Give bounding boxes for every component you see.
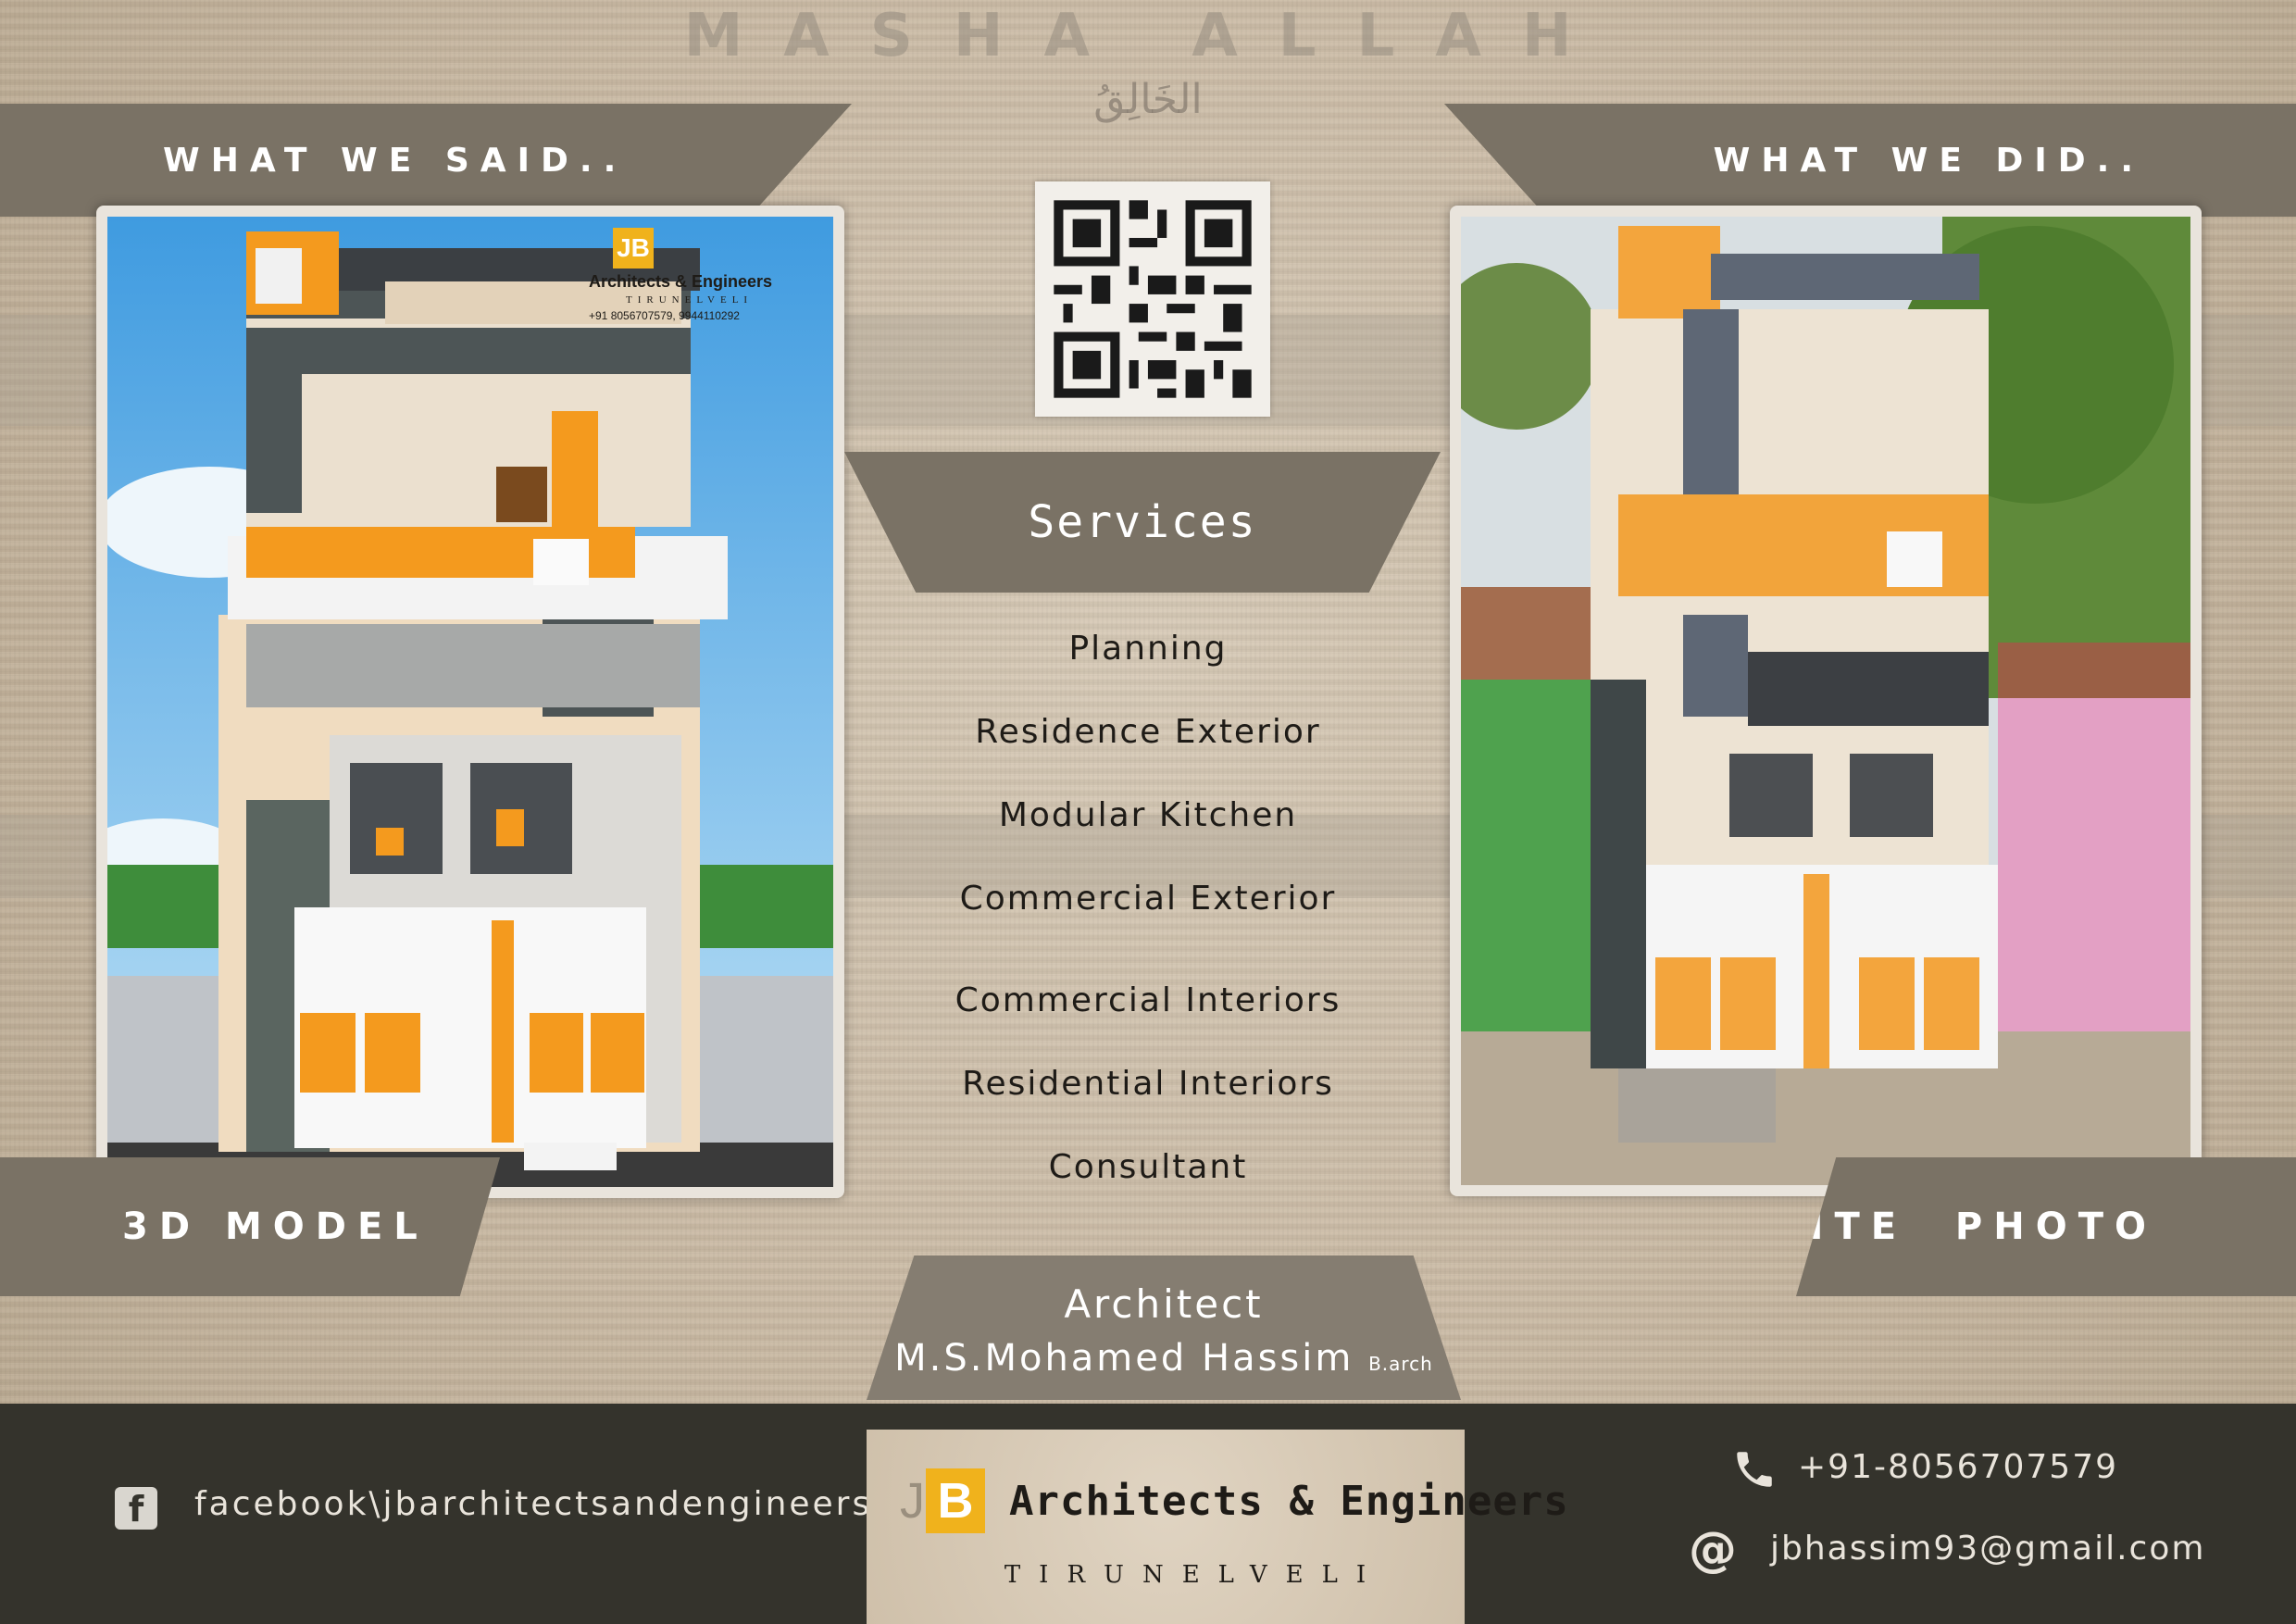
qr-code-icon[interactable] — [1035, 181, 1270, 417]
service-item: Residential Interiors — [962, 1065, 1334, 1103]
site-photo-frame — [1450, 206, 2202, 1196]
services-title: Services — [1028, 496, 1257, 548]
facebook-link[interactable]: facebook\jbarchitectsandengineers — [194, 1485, 872, 1523]
service-item: Commercial Interiors — [955, 981, 1341, 1019]
services-band: Services — [844, 452, 1441, 593]
email-address[interactable]: jbhassim93@gmail.com — [1770, 1530, 2205, 1568]
ribbon-label: SITE PHOTO — [1771, 1206, 2157, 1248]
brand-name: Architects & Engineers — [1009, 1478, 1569, 1525]
service-item: Residence Exterior — [975, 713, 1321, 751]
ribbon-what-we-did: WHAT WE DID.. — [1444, 104, 2296, 217]
render-logo-mark: JB — [613, 228, 654, 269]
phone-number[interactable]: +91-8056707579 — [1798, 1448, 2118, 1486]
architect-title: Architect — [1064, 1281, 1264, 1327]
architect-name-line: M.S.Mohamed Hassim B.arch — [867, 1337, 1461, 1380]
3d-model-frame: JB Architects & Engineers TIRUNELVELI +9… — [96, 206, 844, 1198]
qr-code-graphic — [1035, 181, 1270, 417]
ribbon-site-photo: SITE PHOTO — [1796, 1157, 2296, 1296]
watermark-text: MASHA ALLAH — [683, 2, 1613, 70]
brand-city: TIRUNELVELI — [1004, 1561, 1385, 1589]
ribbon-3d-model: 3D MODEL — [0, 1157, 500, 1296]
at-icon: @ — [1689, 1522, 1737, 1578]
service-item: Commercial Exterior — [959, 880, 1337, 918]
3d-render-illustration — [107, 217, 833, 1187]
brand-logo-b: B — [926, 1468, 985, 1533]
render-city: TIRUNELVELI — [626, 294, 754, 306]
render-phones: +91 8056707579, 9944110292 — [589, 309, 740, 322]
phone-icon — [1737, 1452, 1772, 1487]
ribbon-label: WHAT WE DID.. — [1713, 141, 2144, 180]
service-item: Modular Kitchen — [998, 796, 1298, 834]
facebook-icon[interactable]: f — [115, 1487, 157, 1530]
ribbon-what-we-said: WHAT WE SAID.. — [0, 104, 852, 217]
service-item: Planning — [1068, 630, 1228, 668]
architect-degree: B.arch — [1368, 1353, 1433, 1375]
site-photo — [1461, 217, 2190, 1185]
ribbon-label: 3D MODEL — [122, 1206, 429, 1248]
site-photo-illustration — [1461, 217, 2190, 1185]
3d-model-render: JB Architects & Engineers TIRUNELVELI +9… — [107, 217, 833, 1187]
architect-name: M.S.Mohamed Hassim — [894, 1337, 1354, 1380]
service-item: Consultant — [1048, 1148, 1248, 1186]
render-company-name: Architects & Engineers — [589, 272, 773, 291]
ribbon-label: WHAT WE SAID.. — [163, 141, 628, 180]
